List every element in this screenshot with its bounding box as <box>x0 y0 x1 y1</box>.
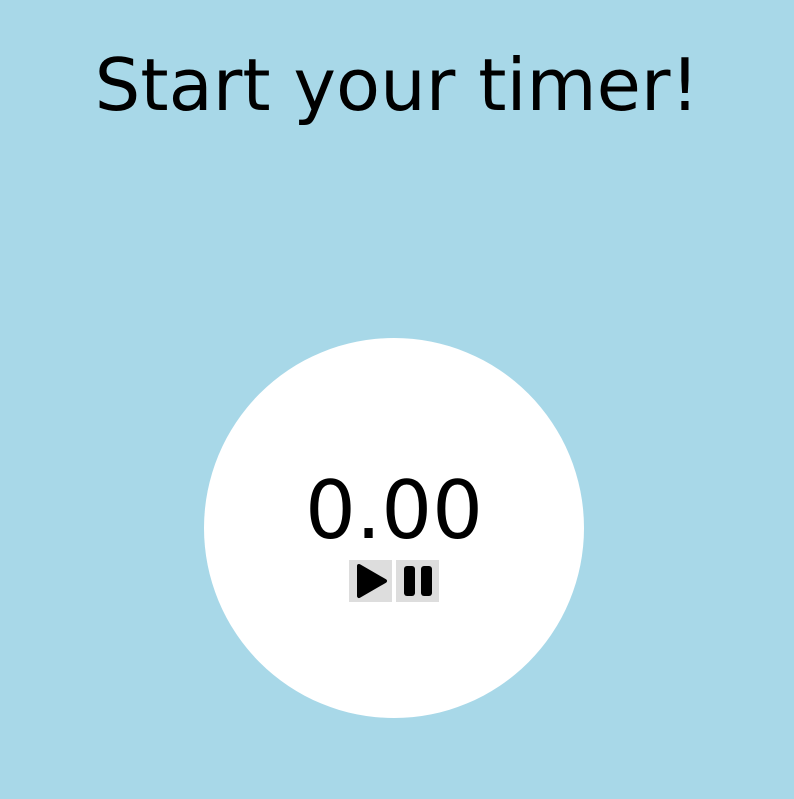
play-button[interactable] <box>349 560 392 602</box>
timer-display: 0.00 <box>304 464 484 557</box>
page-title: Start your timer! <box>94 43 700 127</box>
pause-button[interactable] <box>396 560 439 602</box>
timer-controls <box>349 560 439 602</box>
play-icon <box>354 563 388 599</box>
timer-circle: 0.00 <box>204 338 584 718</box>
pause-icon <box>401 563 435 599</box>
